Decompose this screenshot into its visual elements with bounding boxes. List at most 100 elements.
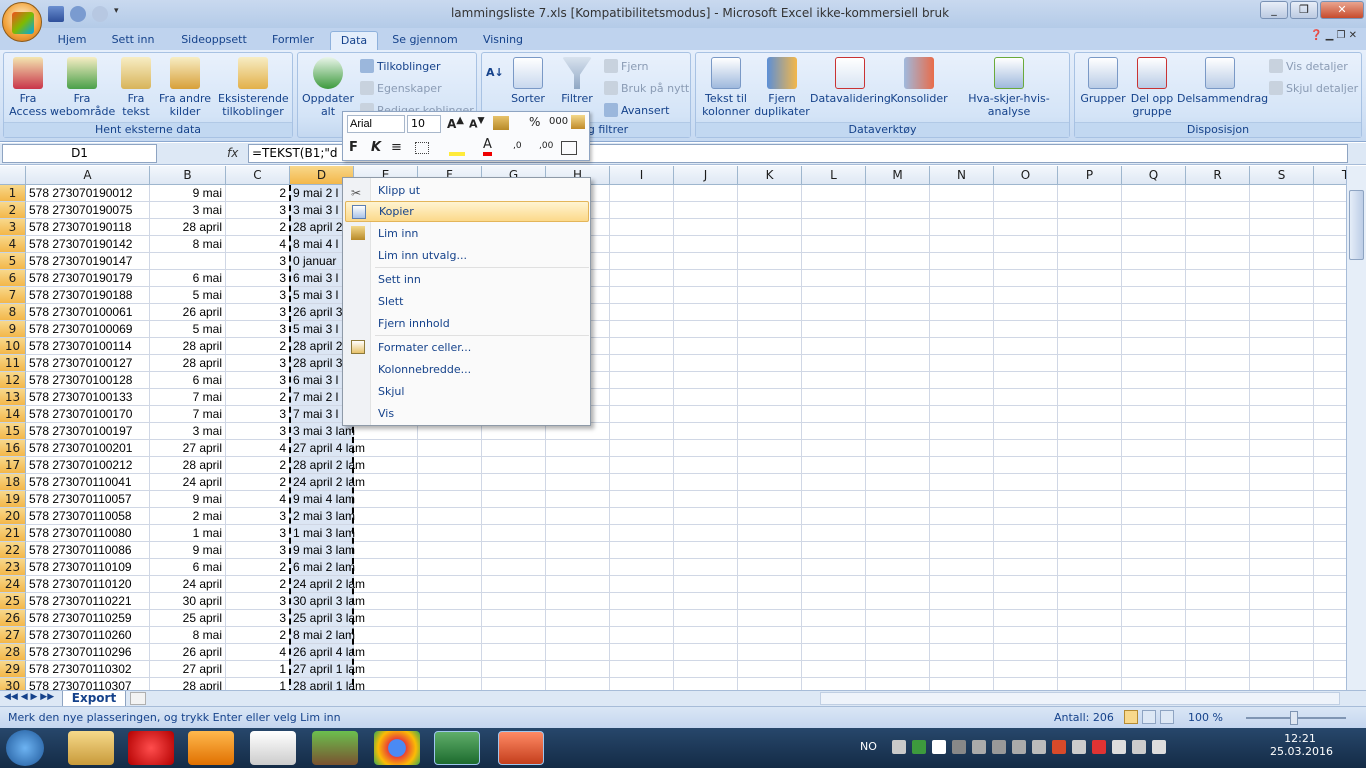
column-header-s[interactable]: S	[1250, 166, 1314, 185]
cell-empty[interactable]	[1186, 253, 1250, 270]
cell-c[interactable]: 3	[226, 270, 290, 287]
cell-empty[interactable]	[930, 355, 994, 372]
cell-empty[interactable]	[1186, 355, 1250, 372]
cell-d[interactable]: 26 april 4 lam	[290, 644, 365, 661]
cell-empty[interactable]	[1250, 593, 1314, 610]
delsammendrag-button[interactable]: Delsammendrag	[1177, 57, 1268, 105]
fjern-duplikater-button[interactable]: Fjern duplikater	[754, 57, 810, 118]
tray-app-icon[interactable]	[1112, 740, 1126, 754]
cell-empty[interactable]	[1314, 219, 1346, 236]
cell-d[interactable]: 9 mai 3 lam	[290, 542, 355, 559]
cell-b[interactable]: 28 april	[150, 457, 226, 474]
font-color-icon[interactable]: A	[483, 138, 492, 156]
eksisterende-tilkoblinger-button[interactable]: Eksisterende tilkoblinger	[218, 57, 289, 118]
cell-empty[interactable]	[610, 678, 674, 690]
scroll-thumb[interactable]	[1349, 190, 1364, 260]
cell-empty[interactable]	[994, 610, 1058, 627]
cell-empty[interactable]	[482, 661, 546, 678]
cell-empty[interactable]	[1186, 287, 1250, 304]
column-header-a[interactable]: A	[26, 166, 150, 185]
cell-empty[interactable]	[1186, 525, 1250, 542]
cell-empty[interactable]	[354, 542, 418, 559]
cell-empty[interactable]	[1314, 491, 1346, 508]
cell-empty[interactable]	[674, 185, 738, 202]
cell-empty[interactable]	[1058, 627, 1122, 644]
sort-az-icon[interactable]: A↓	[486, 63, 504, 81]
cell-d[interactable]: 28 april 1 lam	[290, 678, 365, 690]
cell-empty[interactable]	[738, 185, 802, 202]
cell-empty[interactable]	[1058, 355, 1122, 372]
cell-empty[interactable]	[1250, 678, 1314, 690]
cell-empty[interactable]	[994, 491, 1058, 508]
cell-empty[interactable]	[1058, 593, 1122, 610]
cell-empty[interactable]	[994, 389, 1058, 406]
cell-empty[interactable]	[674, 219, 738, 236]
cell-b[interactable]: 3 mai	[150, 423, 226, 440]
cell-empty[interactable]	[546, 661, 610, 678]
cell-empty[interactable]	[1314, 610, 1346, 627]
cell-b[interactable]: 7 mai	[150, 389, 226, 406]
cell-empty[interactable]	[610, 423, 674, 440]
menu-item-sett-inn[interactable]: Sett inn	[345, 269, 589, 290]
sc-app-icon[interactable]	[250, 731, 296, 765]
cell-b[interactable]: 1 mai	[150, 525, 226, 542]
cell-empty[interactable]	[930, 202, 994, 219]
cell-empty[interactable]	[930, 338, 994, 355]
menu-item-lim-inn[interactable]: Lim inn	[345, 223, 589, 244]
cell-empty[interactable]	[546, 576, 610, 593]
cell-empty[interactable]	[1314, 202, 1346, 219]
cell-empty[interactable]	[1250, 253, 1314, 270]
cell-empty[interactable]	[1250, 389, 1314, 406]
cell-empty[interactable]	[418, 559, 482, 576]
cell-empty[interactable]	[802, 593, 866, 610]
view-buttons[interactable]	[1124, 710, 1176, 725]
cell-a[interactable]: 578 273070100212	[26, 457, 150, 474]
cell-empty[interactable]	[802, 678, 866, 690]
tab-data[interactable]: Data	[330, 31, 378, 50]
cell-empty[interactable]	[1058, 678, 1122, 690]
cell-empty[interactable]	[1186, 627, 1250, 644]
tray-app-icon[interactable]	[992, 740, 1006, 754]
cell-d[interactable]: 9 mai 4 lam	[290, 491, 355, 508]
cell-empty[interactable]	[1058, 576, 1122, 593]
increase-decimal-icon[interactable]: ,0	[513, 141, 522, 151]
cell-empty[interactable]	[802, 338, 866, 355]
cell-empty[interactable]	[674, 508, 738, 525]
cell-empty[interactable]	[738, 253, 802, 270]
column-header-b[interactable]: B	[150, 166, 226, 185]
borders-icon[interactable]	[415, 142, 429, 154]
cell-empty[interactable]	[1314, 440, 1346, 457]
cell-empty[interactable]	[1314, 406, 1346, 423]
cell-empty[interactable]	[1058, 644, 1122, 661]
cell-empty[interactable]	[866, 542, 930, 559]
cell-empty[interactable]	[418, 457, 482, 474]
cell-empty[interactable]	[1122, 406, 1186, 423]
cell-empty[interactable]	[738, 508, 802, 525]
cell-empty[interactable]	[802, 627, 866, 644]
menu-item-fjern-innhold[interactable]: Fjern innhold	[345, 313, 589, 334]
cell-c[interactable]: 2	[226, 627, 290, 644]
cell-empty[interactable]	[802, 440, 866, 457]
cell-empty[interactable]	[802, 542, 866, 559]
cell-empty[interactable]	[866, 474, 930, 491]
cell-empty[interactable]	[1314, 661, 1346, 678]
cell-empty[interactable]	[1186, 389, 1250, 406]
cell-b[interactable]: 27 april	[150, 661, 226, 678]
font-size-box[interactable]: 10	[407, 115, 441, 133]
vertical-scrollbar[interactable]	[1346, 166, 1366, 690]
opera-icon[interactable]	[128, 731, 174, 765]
cell-empty[interactable]	[482, 610, 546, 627]
cell-empty[interactable]	[1250, 661, 1314, 678]
cell-empty[interactable]	[738, 270, 802, 287]
cell-empty[interactable]	[1314, 576, 1346, 593]
row-header[interactable]: 8	[0, 304, 26, 321]
cell-empty[interactable]	[738, 627, 802, 644]
cell-empty[interactable]	[610, 185, 674, 202]
cell-empty[interactable]	[1122, 457, 1186, 474]
cell-a[interactable]: 578 273070190147	[26, 253, 150, 270]
skjul-detaljer-button[interactable]: Skjul detaljer	[1269, 79, 1358, 97]
cell-empty[interactable]	[610, 610, 674, 627]
fra-access-button[interactable]: Fra Access	[8, 57, 48, 118]
cell-empty[interactable]	[994, 219, 1058, 236]
cell-empty[interactable]	[802, 185, 866, 202]
